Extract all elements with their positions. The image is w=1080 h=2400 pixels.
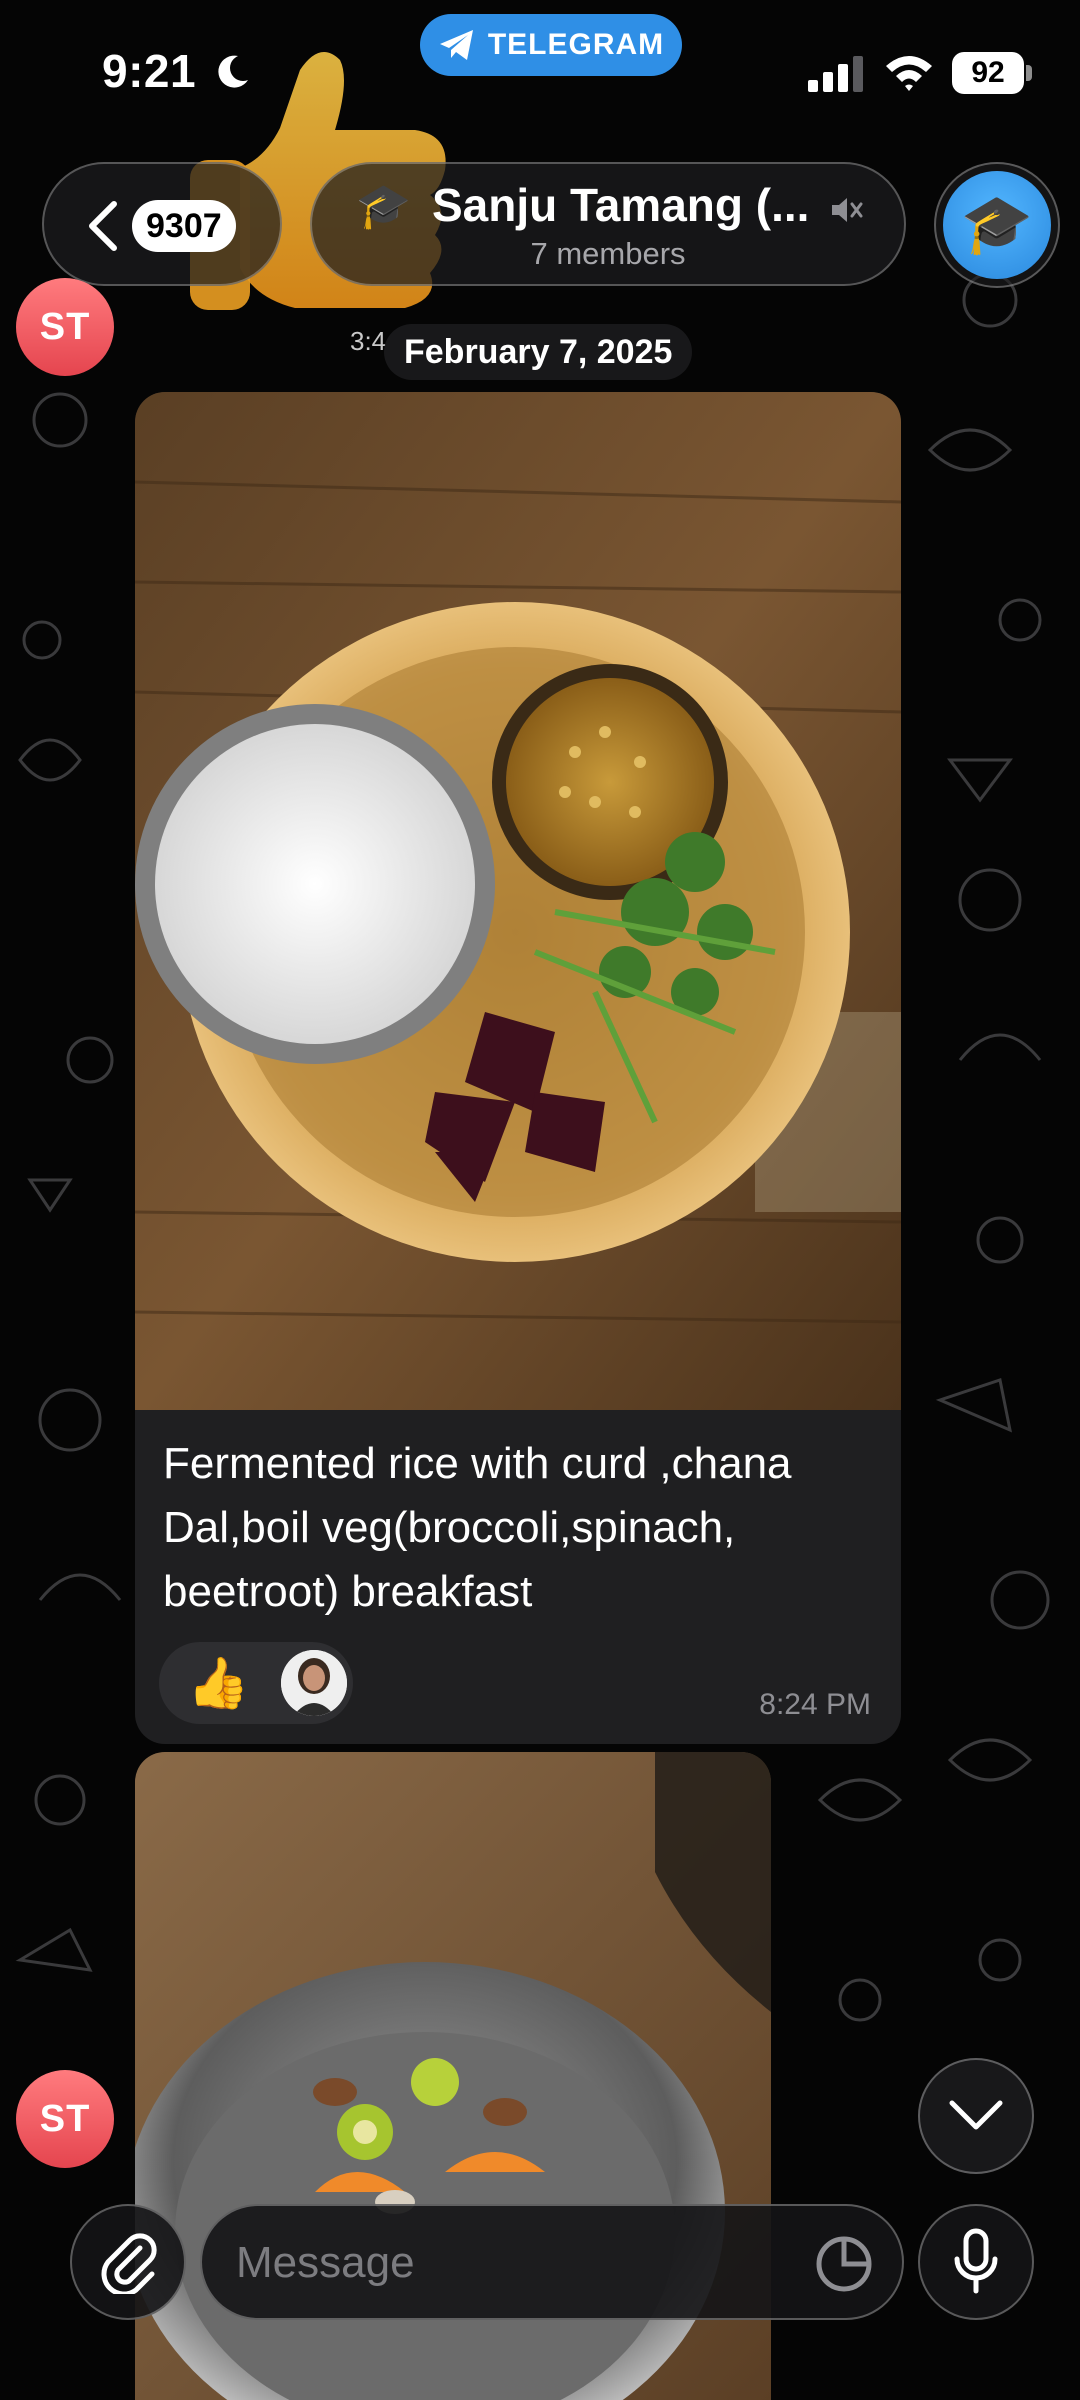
date-separator: February 7, 2025 [384, 324, 693, 380]
message-caption: Fermented rice with curd ,chana Dal,boil… [163, 1439, 792, 1616]
microphone-button[interactable] [918, 2204, 1034, 2320]
battery-indicator: 92 [952, 52, 1032, 94]
cellular-signal-icon [808, 56, 863, 92]
message-input[interactable] [236, 2230, 796, 2296]
group-avatar[interactable]: 🎓 [934, 162, 1060, 288]
member-count: 7 members [530, 236, 686, 271]
chat-title-bar[interactable]: 🎓 Sanju Tamang (... 7 members [310, 162, 906, 286]
chevron-left-icon [89, 201, 117, 251]
group-avatar-icon: 🎓 [943, 171, 1051, 279]
status-bar: 9:21 TELEGRAM 92 [0, 0, 1080, 150]
battery-level: 92 [952, 52, 1024, 94]
reaction-chip[interactable]: 👍 [159, 1642, 353, 1724]
sticker-icon[interactable] [814, 2234, 874, 2294]
wifi-icon [886, 56, 932, 91]
sender-avatar[interactable]: ST [16, 2070, 114, 2168]
scroll-to-bottom-button[interactable] [918, 2058, 1034, 2174]
unread-count-badge: 9307 [132, 200, 236, 252]
message-time: 8:24 PM [759, 1688, 871, 1721]
graduation-cap-icon: 🎓 [356, 182, 411, 231]
attach-button[interactable] [70, 2204, 186, 2320]
message-bubble[interactable]: Fermented rice with curd ,chana Dal,boil… [135, 392, 901, 1744]
meal-photo[interactable] [135, 392, 901, 1410]
message-input-field[interactable] [200, 2204, 904, 2320]
back-button[interactable]: 9307 [42, 162, 282, 286]
chat-title: Sanju Tamang (... [432, 179, 810, 231]
reactor-avatar [281, 1650, 347, 1716]
thumbs-up-icon: 👍 [187, 1655, 250, 1711]
telegram-pill-label: TELEGRAM [487, 28, 665, 61]
muted-speaker-icon [832, 198, 863, 222]
chevron-down-icon [949, 2100, 1003, 2130]
paperclip-icon [101, 2233, 157, 2294]
sender-avatar[interactable]: ST [16, 278, 114, 376]
faded-timestamp: 3:4 [350, 326, 387, 356]
microphone-icon [954, 2228, 998, 2294]
